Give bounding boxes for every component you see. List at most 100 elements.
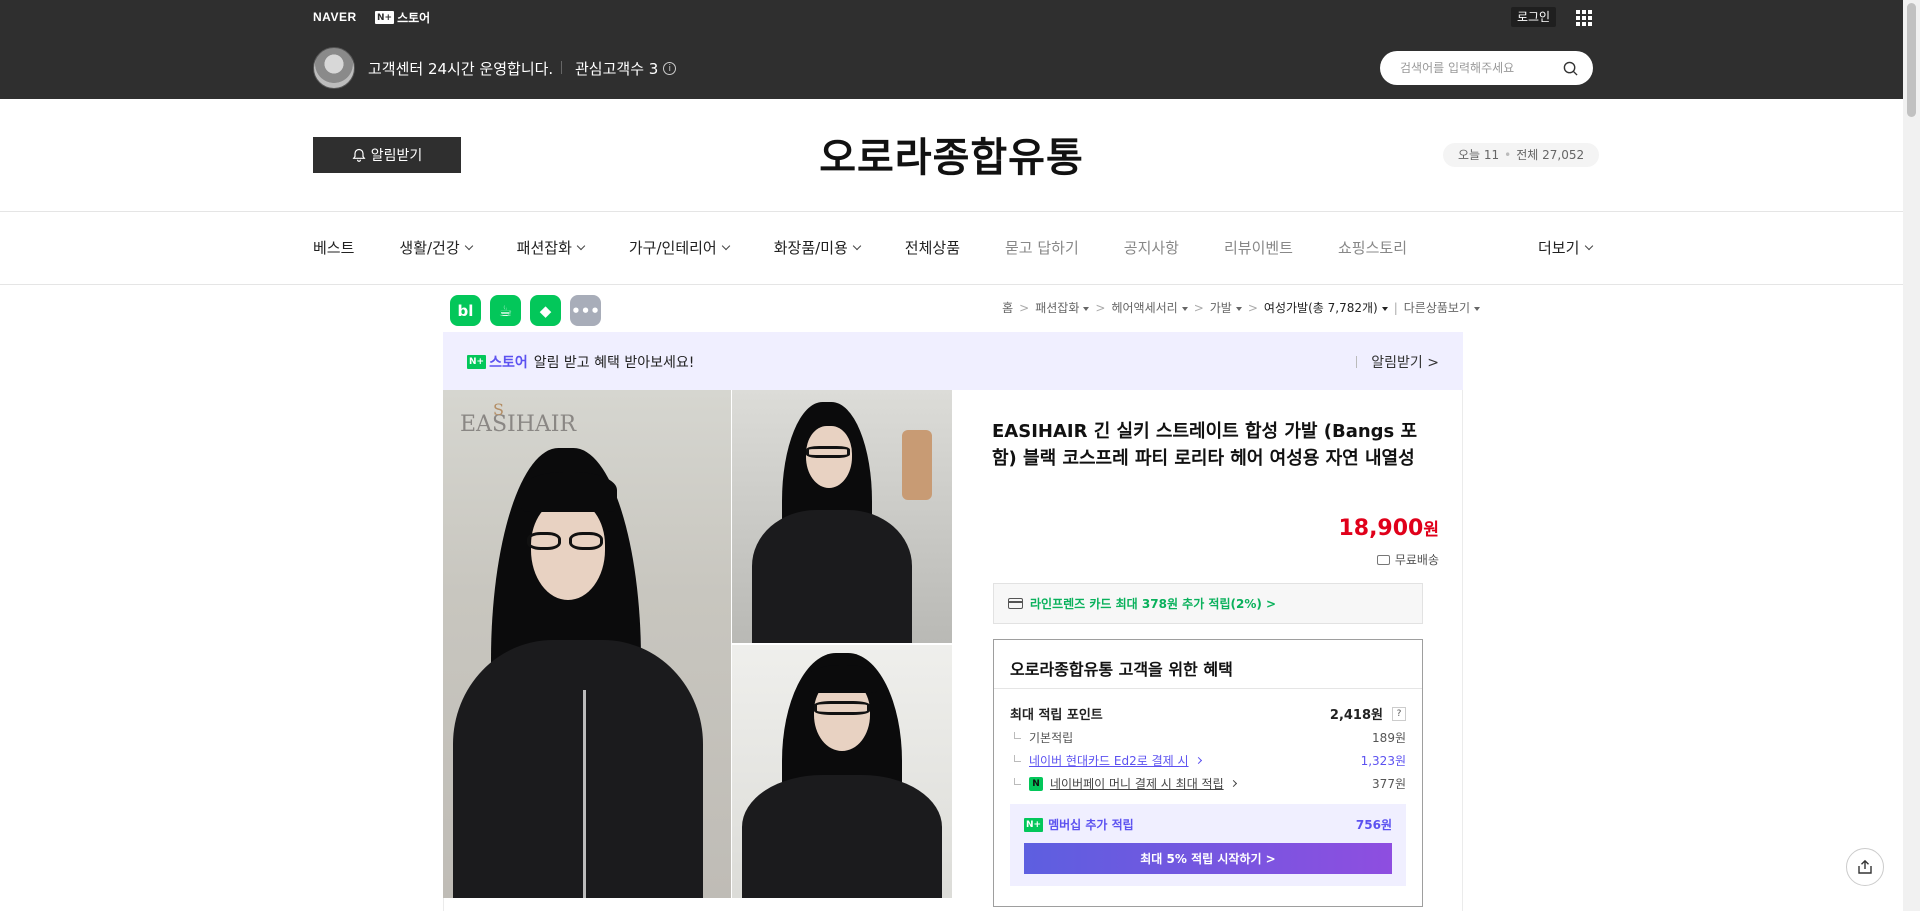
caret-down-icon: [1083, 306, 1090, 311]
store-title[interactable]: 오로라종합유통: [0, 125, 1903, 183]
nav-item-qna[interactable]: 묻고 답하기: [1005, 237, 1079, 258]
membership-value: 756원: [1355, 818, 1392, 832]
naver-pay-icon: N: [1029, 776, 1043, 791]
nplus-store-logo: N+ 스토어: [467, 352, 528, 372]
chevron-right-icon: [1194, 756, 1202, 765]
interested-customers-label: 관심고객수 3: [575, 60, 659, 78]
product-thumbnail-image[interactable]: [732, 390, 952, 643]
caret-down-icon: [1474, 306, 1480, 311]
breadcrumb-current[interactable]: 여성가발(총 7,782개): [1264, 299, 1388, 316]
caret-down-icon: [1181, 306, 1188, 311]
share-icon: [1858, 859, 1872, 874]
search-icon[interactable]: [1563, 61, 1578, 76]
cafe-icon[interactable]: ☕: [490, 295, 521, 326]
credit-card-icon: [1008, 598, 1023, 609]
chevron-down-icon: [852, 241, 862, 251]
visit-today: 오늘 11: [1458, 148, 1500, 162]
page-scrollbar[interactable]: [1903, 0, 1920, 911]
caret-down-icon: [1381, 306, 1388, 311]
membership-start-button[interactable]: 최대 5% 적립 시작하기 >: [1024, 843, 1392, 874]
breadcrumb-separator: >: [1019, 300, 1030, 315]
nav-item-all-products[interactable]: 전체상품: [905, 237, 960, 258]
breadcrumb-separator: >: [1193, 300, 1204, 315]
card-promo-banner[interactable]: 라인프렌즈 카드 최대 378원 추가 적립(2%) >: [993, 583, 1423, 624]
promo-text: 알림 받고 혜택 받아보세요!: [533, 355, 695, 371]
basic-points-label: 기본적립: [1029, 731, 1074, 745]
truck-icon: [1376, 554, 1390, 565]
more-icon[interactable]: •••: [570, 295, 601, 326]
nav-item-best[interactable]: 베스트: [313, 237, 354, 258]
category-nav: 베스트 생활/건강 패션잡화 가구/인테리어 화장품/미용 전체상품 묻고 답하…: [313, 237, 1452, 258]
breadcrumb-hair-accessories[interactable]: 헤어액세서리: [1111, 299, 1188, 316]
basic-points-value: 189원: [1372, 731, 1406, 745]
nplus-store-logo[interactable]: N+ 스토어: [375, 9, 430, 26]
npay-points-value: 377원: [1372, 777, 1406, 791]
npay-points-link[interactable]: 네이버페이 머니 결제 시 최대 적립: [1050, 775, 1224, 792]
login-button[interactable]: 로그인: [1511, 7, 1556, 27]
price-value: 18,900: [1338, 516, 1424, 541]
divider: [0, 211, 1903, 212]
help-icon[interactable]: ?: [1392, 706, 1406, 721]
shipping-label: 무료배송: [1394, 553, 1439, 567]
customer-service-text: 고객센터 24시간 운영합니다.: [368, 60, 554, 78]
interested-customers: 관심고객수 3 i: [575, 58, 677, 79]
visit-total: 전체 27,052: [1516, 148, 1585, 162]
brand-watermark: S EASIHAIR: [460, 400, 577, 437]
divider: [1356, 356, 1358, 368]
scrollbar-thumb[interactable]: [1907, 3, 1916, 117]
nplus-badge: N+: [467, 355, 487, 369]
max-points-label: 최대 적립 포인트: [1010, 708, 1103, 723]
nav-more-button[interactable]: 더보기: [1538, 237, 1594, 258]
nav-item-notice[interactable]: 공지사항: [1124, 237, 1179, 258]
nav-item-review-event[interactable]: 리뷰이벤트: [1224, 237, 1293, 258]
benefit-heading: 오로라종합유통 고객을 위한 혜택: [1010, 660, 1233, 679]
breadcrumb-fashion[interactable]: 패션잡화: [1035, 299, 1090, 316]
tree-branch-icon: [1014, 732, 1021, 739]
nav-item-cosmetics[interactable]: 화장품/미용: [774, 237, 862, 258]
divider: [994, 688, 1422, 689]
breadcrumb-separator: >: [1247, 300, 1258, 315]
apps-grid-icon[interactable]: [1576, 10, 1592, 26]
npay-points-row: N 네이버페이 머니 결제 시 최대 적립 377원: [1010, 775, 1406, 792]
nplus-store-label: 스토어: [489, 355, 528, 371]
card-promo-text: 라인프렌즈 카드 최대 378원 추가 적립(2%) >: [1030, 597, 1277, 611]
breadcrumb-separator: |: [1393, 300, 1398, 315]
blog-icon[interactable]: bl: [450, 295, 481, 326]
share-button[interactable]: [1846, 848, 1884, 886]
nplus-badge: N+: [375, 11, 395, 24]
tree-branch-icon: [1014, 778, 1021, 785]
chevron-down-icon: [1585, 241, 1594, 251]
bookmark-icon[interactable]: ◆: [530, 295, 561, 326]
nav-item-living-health[interactable]: 생활/건강: [399, 237, 473, 258]
membership-label: 멤버십 추가 적립: [1048, 818, 1134, 832]
product-thumbnail-image[interactable]: [732, 645, 952, 898]
breadcrumb-separator: >: [1095, 300, 1106, 315]
other-products-dropdown[interactable]: 다른상품보기: [1404, 299, 1480, 316]
nav-item-fashion[interactable]: 패션잡화: [517, 237, 586, 258]
chevron-down-icon: [576, 241, 586, 251]
breadcrumb-wig[interactable]: 가발: [1210, 299, 1242, 316]
info-icon[interactable]: i: [663, 62, 677, 75]
search-input[interactable]: [1400, 59, 1560, 77]
nav-more-label: 더보기: [1538, 239, 1580, 257]
max-points-row: 최대 적립 포인트 2,418원?: [1010, 704, 1406, 723]
basic-points-row: 기본적립 189원: [1010, 729, 1406, 746]
store-avatar[interactable]: [313, 47, 355, 89]
naver-logo[interactable]: NAVER: [313, 10, 357, 24]
product-title: EASIHAIR 긴 실키 스트레이트 합성 가발 (Bangs 포함) 블랙 …: [992, 421, 1418, 469]
visitor-count-badge: 오늘 11 • 전체 27,052: [1443, 143, 1600, 167]
product-price: 18,900원: [1338, 515, 1439, 541]
membership-row: N+ 멤버십 추가 적립 756원: [1024, 816, 1392, 833]
tree-branch-icon: [1014, 755, 1021, 762]
promo-notify-link[interactable]: 알림받기 >: [1356, 352, 1439, 372]
breadcrumb-home[interactable]: 홈: [1002, 299, 1013, 316]
product-main-image[interactable]: S EASIHAIR: [443, 390, 731, 898]
nplus-badge: N+: [1024, 817, 1044, 832]
promo-message: N+ 스토어 알림 받고 혜택 받아보세요!: [467, 352, 694, 372]
nav-item-furniture[interactable]: 가구/인테리어: [629, 237, 730, 258]
card-points-row: 네이버 현대카드 Ed2로 결제 시 1,323원: [1010, 752, 1406, 769]
caret-down-icon: [1235, 306, 1242, 311]
global-header: NAVER N+ 스토어 로그인 고객센터 24시간 운영합니다. 관심고객수 …: [0, 0, 1903, 99]
card-points-link[interactable]: 네이버 현대카드 Ed2로 결제 시: [1029, 752, 1189, 769]
nav-item-shopping-story[interactable]: 쇼핑스토리: [1338, 237, 1407, 258]
